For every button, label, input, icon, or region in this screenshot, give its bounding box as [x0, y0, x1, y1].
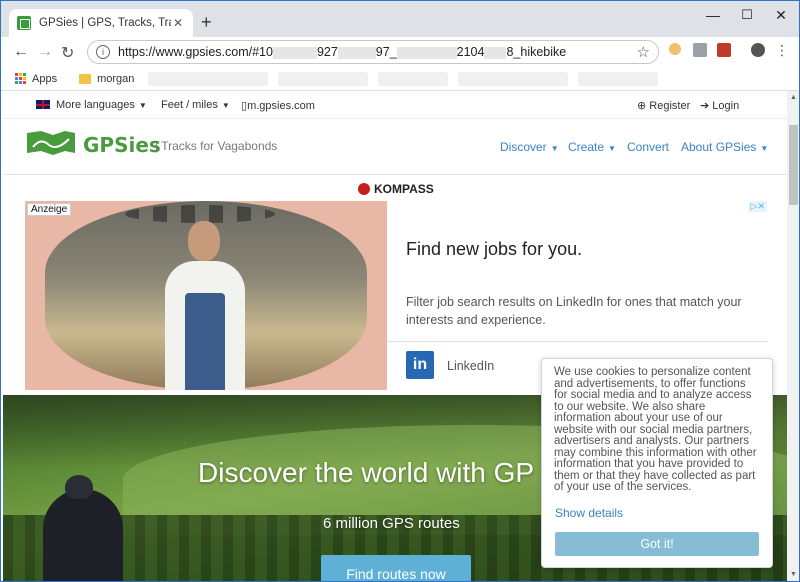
minimize-icon[interactable]: —	[705, 7, 721, 23]
nav-discover[interactable]: Discover ▼	[500, 140, 559, 154]
scroll-thumb[interactable]	[789, 125, 798, 205]
got-it-button[interactable]: Got it!	[555, 532, 759, 556]
cyclist-figure	[43, 489, 123, 581]
scroll-down-icon[interactable]: ▼	[790, 571, 797, 578]
ad-label: Anzeige	[27, 203, 72, 216]
bookmark-star-icon[interactable]: ☆	[637, 43, 650, 61]
ad-image[interactable]	[25, 201, 387, 390]
register-icon: ⊕	[637, 100, 650, 112]
site-header: GPSies | Tracks for Vagabonds Discover ▼ …	[3, 119, 787, 175]
browser-window: GPSies | GPS, Tracks, Trails, Tours ✕ + …	[0, 0, 800, 582]
ad-description[interactable]: Filter job search results on LinkedIn fo…	[406, 293, 748, 329]
url-text: https://www.gpsies.com/#10 927 97_ 2104 8_hi…	[118, 45, 567, 59]
tab-title: GPSies | GPS, Tracks, Trails, Tours	[39, 17, 171, 29]
bookmark-folder-morgan[interactable]: morgan	[97, 73, 134, 85]
login-link[interactable]: ➔ Login	[700, 99, 739, 112]
close-tab-icon[interactable]: ✕	[171, 16, 185, 30]
forward-icon[interactable]: →	[37, 43, 53, 61]
hero-subtitle: 6 million GPS routes	[323, 515, 460, 532]
site-topbar: More languages ▼ Feet / miles ▼ ▯m.gpsies.…	[3, 91, 787, 119]
ad-choices-icon[interactable]: ▷✕	[748, 201, 767, 212]
chef-head	[188, 221, 220, 261]
cyclist-helmet	[65, 475, 93, 499]
new-tab-icon[interactable]: +	[201, 13, 212, 31]
caret-down-icon: ▼	[760, 144, 769, 153]
ad-headline[interactable]: Find new jobs for you.	[406, 239, 582, 260]
browser-menu-icon[interactable]: ⋮	[775, 43, 789, 57]
ad-divider	[387, 341, 767, 342]
find-routes-button[interactable]: Find routes now	[321, 555, 471, 581]
redacted-bookmarks	[578, 71, 659, 86]
logo-text[interactable]: GPSies	[83, 133, 161, 157]
site-info-icon[interactable]: i	[96, 45, 110, 59]
scroll-up-icon[interactable]: ▲	[790, 94, 797, 101]
tab-strip: GPSies | GPS, Tracks, Trails, Tours ✕ + …	[1, 1, 799, 37]
login-icon: ➔	[700, 100, 713, 112]
kompass-logo-icon	[358, 183, 370, 195]
redacted-bookmarks	[278, 71, 369, 86]
gpsies-favicon-icon	[17, 16, 31, 30]
units-selector[interactable]: Feet / miles ▼	[161, 99, 230, 111]
profile-avatar-icon[interactable]	[751, 43, 765, 57]
caret-down-icon: ▼	[608, 144, 616, 153]
back-icon[interactable]: ←	[13, 43, 29, 61]
sponsor-kompass[interactable]: KOMPASS	[358, 182, 434, 196]
nav-convert[interactable]: Convert	[627, 140, 669, 154]
cookie-text: We use cookies to personalize content an…	[554, 366, 757, 493]
bookmark-apps[interactable]: Apps	[32, 73, 57, 85]
nav-create[interactable]: Create ▼	[568, 140, 616, 154]
show-details-link[interactable]: Show details	[555, 506, 623, 520]
tagline: | Tracks for Vagabonds	[155, 139, 278, 153]
extension-cloud-icon[interactable]	[693, 43, 707, 57]
window-close-icon[interactable]: ✕	[773, 7, 789, 24]
cookie-consent-popup: We use cookies to personalize content an…	[541, 358, 773, 568]
register-link[interactable]: ⊕ Register	[637, 99, 690, 112]
extension-download-icon[interactable]	[669, 43, 681, 55]
ad-advertiser[interactable]: LinkedIn	[447, 359, 494, 373]
chef-apron	[185, 293, 225, 390]
mobile-site-link[interactable]: ▯m.gpsies.com	[241, 99, 315, 112]
caret-down-icon: ▼	[221, 101, 230, 110]
redacted-bookmarks	[458, 71, 569, 86]
maximize-icon[interactable]: ☐	[739, 7, 755, 23]
browser-tab[interactable]: GPSies | GPS, Tracks, Trails, Tours ✕	[9, 9, 193, 37]
uk-flag-icon	[36, 100, 50, 109]
caret-down-icon: ▼	[138, 101, 147, 110]
redacted-bookmarks	[378, 71, 449, 86]
redacted-bookmarks	[148, 71, 269, 86]
gpsies-logo-icon[interactable]	[25, 129, 77, 157]
hero-title: Discover the world with GP	[198, 457, 535, 488]
folder-icon	[79, 73, 92, 84]
nav-about[interactable]: About GPSies ▼	[681, 140, 768, 154]
caret-down-icon: ▼	[550, 144, 559, 153]
extension-lastpass-icon[interactable]	[717, 43, 731, 57]
reload-icon[interactable]: ↻	[61, 43, 74, 63]
page-scrollbar[interactable]: ▲ ▼	[787, 91, 799, 581]
bookmarks-bar: Apps morgan	[1, 67, 799, 91]
address-bar[interactable]: i https://www.gpsies.com/#10 927 97_ 2104 8_…	[87, 40, 659, 64]
apps-grid-icon[interactable]	[15, 73, 26, 84]
linkedin-logo-icon[interactable]: in	[406, 351, 434, 379]
language-selector[interactable]: More languages ▼	[36, 99, 147, 111]
